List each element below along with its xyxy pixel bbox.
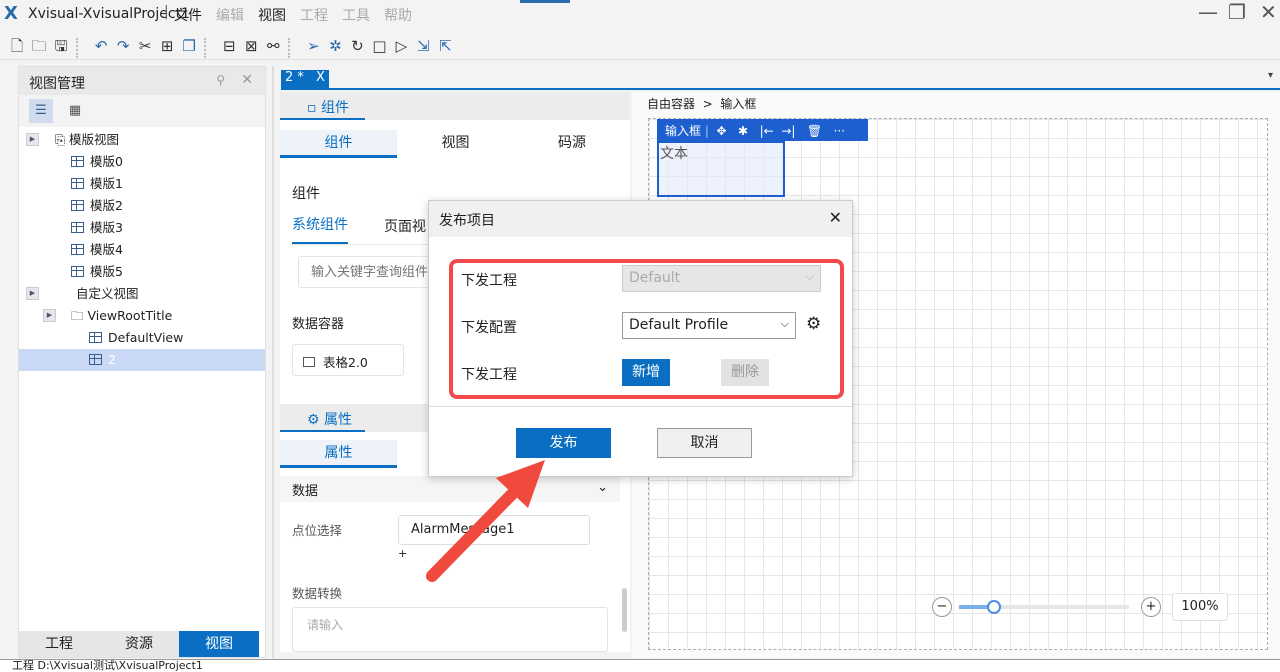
status-bar: 工程 D:\Xvisual测试\XvisualProject1	[0, 659, 1280, 672]
annotation-arrow	[426, 460, 545, 582]
